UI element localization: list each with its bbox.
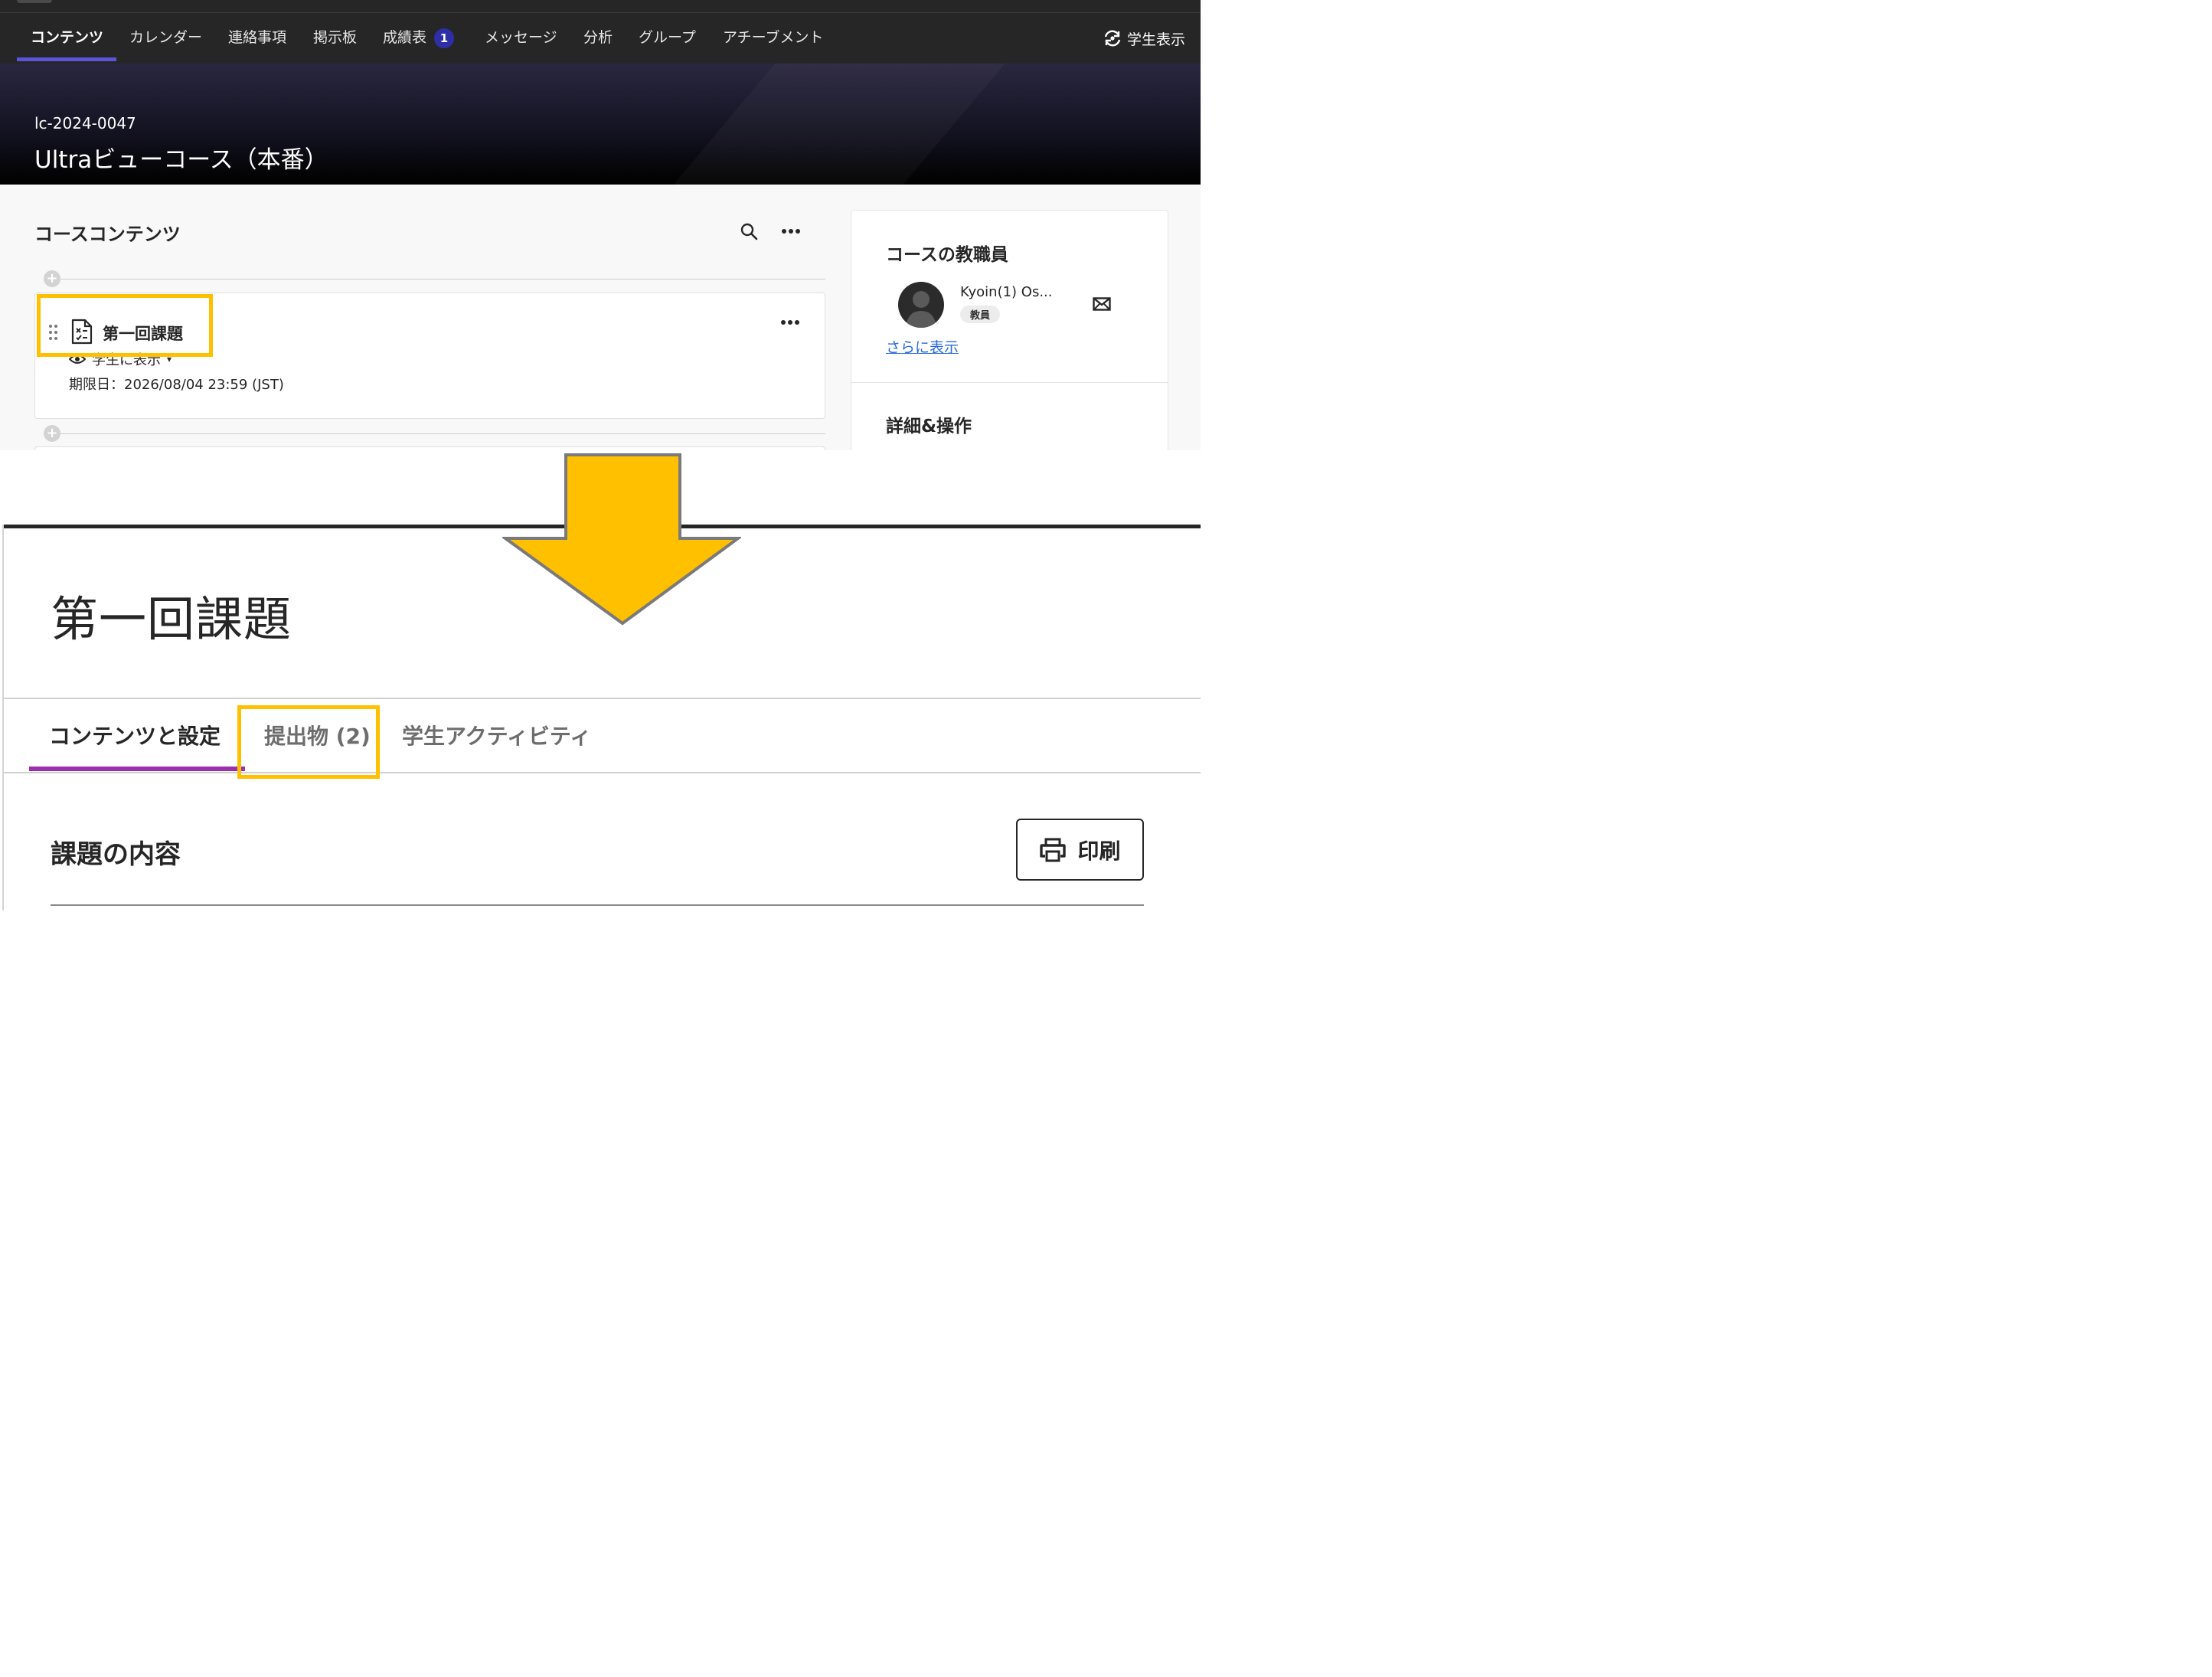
course-id: lc-2024-0047	[34, 114, 136, 132]
tabbar-border-bottom	[4, 772, 1201, 773]
more-horizontal-icon	[782, 229, 800, 234]
search-button[interactable]	[737, 219, 761, 244]
add-content-divider[interactable]: +	[44, 270, 825, 289]
print-button-label: 印刷	[1077, 838, 1121, 864]
tabbar-border-top	[4, 698, 1201, 699]
nav-tab-announcements[interactable]: 連絡事項	[228, 13, 286, 64]
staff-section-title: コースの教職員	[886, 245, 1008, 265]
avatar[interactable]	[898, 282, 944, 328]
nav-tab-gradebook-label: 成績表	[383, 29, 427, 46]
role-badge: 教員	[960, 306, 1001, 323]
tab-content-settings[interactable]: コンテンツと設定	[49, 720, 221, 750]
course-view-screenshot: コンテンツ カレンダー 連絡事項 掲示板 成績表 1 メッセージ 分析 グループ …	[0, 0, 1201, 450]
divider-line	[60, 279, 825, 280]
plus-icon[interactable]: +	[44, 425, 60, 442]
person-icon	[906, 291, 936, 328]
course-banner: lc-2024-0047 Ultraビューコース（本番）	[0, 64, 1201, 185]
tab-active-indicator	[29, 767, 245, 771]
item-more-button[interactable]	[778, 310, 802, 335]
nav-tab-messages[interactable]: メッセージ	[485, 13, 557, 64]
student-view-label: 学生表示	[1126, 31, 1185, 48]
nav-active-indicator	[17, 57, 116, 61]
details-section-title: 詳細&操作	[886, 417, 972, 436]
nav-tab-calendar[interactable]: カレンダー	[129, 13, 202, 64]
down-arrow-icon	[502, 453, 741, 626]
course-details-panel: コースの教職員 Kyoin(1) Os... 教員 さらに表示 詳細&操作	[851, 210, 1168, 450]
nav-tab-gradebook[interactable]: 成績表 1	[383, 13, 455, 64]
mail-icon[interactable]	[1093, 297, 1111, 311]
staff-name[interactable]: Kyoin(1) Os...	[960, 284, 1053, 300]
show-more-link[interactable]: さらに表示	[886, 336, 959, 357]
more-horizontal-icon	[781, 320, 799, 325]
highlight-box-submissions	[237, 705, 380, 779]
section-title: 課題の内容	[51, 839, 181, 870]
course-nav-bar: コンテンツ カレンダー 連絡事項 掲示板 成績表 1 メッセージ 分析 グループ …	[0, 13, 1201, 64]
refresh-eye-icon	[1104, 30, 1121, 47]
section-divider	[51, 904, 1144, 906]
course-title: Ultraビューコース（本番）	[34, 146, 328, 174]
student-view-button[interactable]: 学生表示	[1103, 13, 1185, 64]
printer-icon	[1040, 838, 1067, 861]
nav-tab-analytics[interactable]: 分析	[583, 13, 613, 64]
window-tab-stub	[17, 0, 52, 3]
system-bar	[0, 0, 1201, 13]
panel-left-border	[2, 525, 4, 910]
notification-badge: 1	[434, 28, 455, 48]
assignment-title: 第一回課題	[51, 591, 292, 647]
print-button[interactable]: 印刷	[1016, 819, 1144, 881]
due-date: 期限日：2026/08/04 23:59 (JST)	[69, 377, 284, 393]
add-content-divider[interactable]: +	[44, 425, 825, 443]
search-icon	[740, 223, 758, 240]
tab-student-activity[interactable]: 学生アクティビティ	[402, 720, 591, 750]
divider-line	[60, 433, 825, 434]
plus-icon[interactable]: +	[44, 270, 60, 287]
nav-tab-content[interactable]: コンテンツ	[31, 13, 103, 64]
divider	[851, 382, 1168, 383]
nav-tab-groups[interactable]: グループ	[639, 13, 696, 64]
highlight-box-item	[37, 294, 213, 357]
content-more-button[interactable]	[779, 219, 803, 244]
nav-tab-discussions[interactable]: 掲示板	[313, 13, 357, 64]
course-content-title: コースコンテンツ	[34, 224, 181, 245]
nav-tab-achievements[interactable]: アチーブメント	[723, 13, 823, 64]
banner-decoration	[621, 64, 1018, 185]
